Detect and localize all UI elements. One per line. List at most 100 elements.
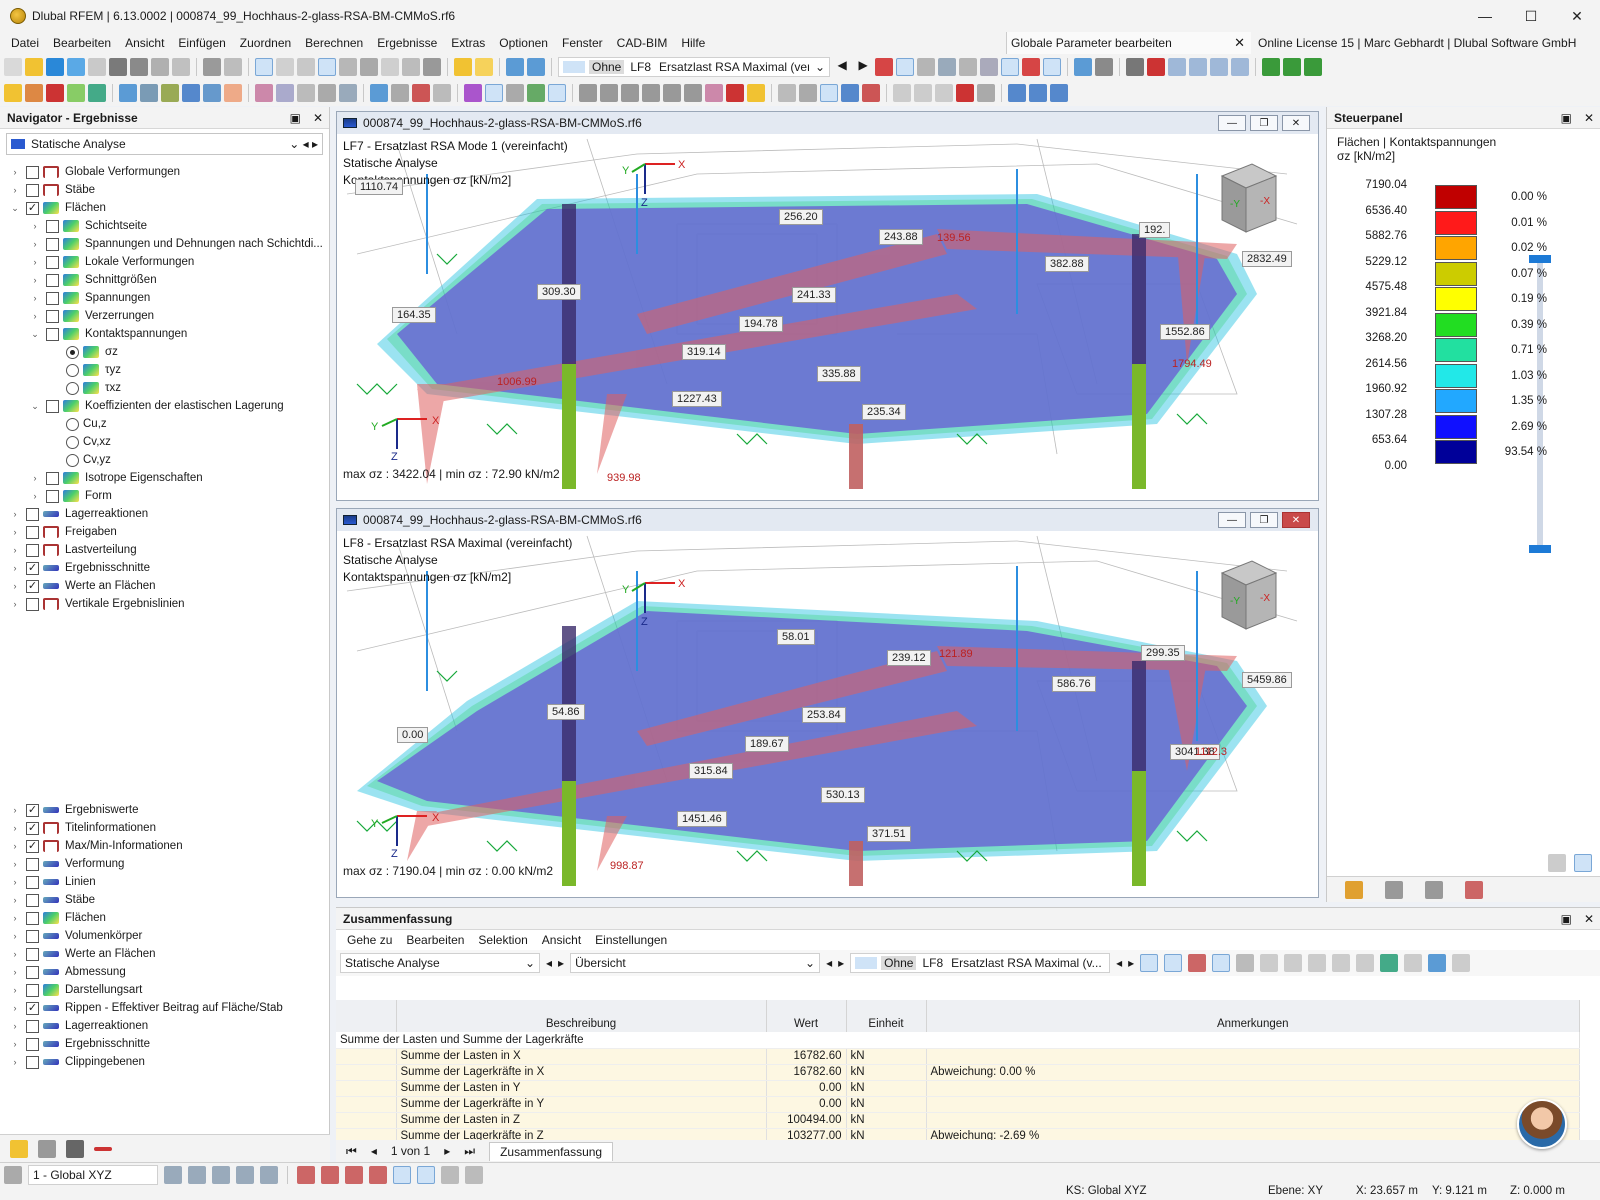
- chevron-right-icon[interactable]: ›: [10, 859, 20, 869]
- first-page-icon[interactable]: ⏮: [346, 1144, 357, 1159]
- support-icon[interactable]: [67, 84, 85, 102]
- last-page-icon[interactable]: ⏭: [464, 1144, 475, 1159]
- checkbox[interactable]: [26, 893, 39, 907]
- summary-menu-selection[interactable]: Selektion: [471, 933, 534, 947]
- select-icon[interactable]: [454, 58, 472, 76]
- table-row[interactable]: Summe der Lagerkräfte in Y 0.00 kN: [336, 1096, 1580, 1113]
- curve-icon[interactable]: [464, 84, 482, 102]
- checkbox[interactable]: [26, 821, 39, 835]
- guide-icon[interactable]: [339, 84, 357, 102]
- circle-icon[interactable]: [465, 1166, 483, 1184]
- next-icon[interactable]: ▸: [838, 956, 844, 970]
- tree-item[interactable]: › Rippen - Effektiver Beitrag auf Fläche/…: [0, 999, 330, 1017]
- legend-settings-icon[interactable]: [1548, 854, 1566, 872]
- color-scale-icon[interactable]: [1188, 954, 1207, 972]
- snap-point-icon[interactable]: [188, 1166, 206, 1184]
- minimize-button[interactable]: —: [1218, 512, 1246, 528]
- checkbox[interactable]: [46, 309, 59, 323]
- print-icon[interactable]: [130, 58, 148, 76]
- restore-button[interactable]: ❐: [1250, 512, 1278, 528]
- checkbox[interactable]: [46, 399, 59, 413]
- menu-cad-bim[interactable]: CAD-BIM: [610, 36, 675, 50]
- tree-item[interactable]: ⌄ Koeffizienten der elastischen Lagerung: [0, 397, 330, 415]
- side-view-icon[interactable]: [1231, 58, 1250, 76]
- close-icon[interactable]: ✕: [1584, 912, 1594, 926]
- chevron-right-icon[interactable]: ›: [30, 257, 40, 267]
- arc-tool-icon[interactable]: [321, 1166, 339, 1184]
- checkbox[interactable]: [26, 525, 39, 539]
- viewport-lf7[interactable]: 000874_99_Hochhaus-2-glass-RSA-BM-CMMoS.…: [336, 111, 1319, 501]
- tree-item[interactable]: › Verzerrungen: [0, 307, 330, 325]
- chevron-right-icon[interactable]: ›: [10, 931, 20, 941]
- checkbox[interactable]: [26, 597, 39, 611]
- checkbox[interactable]: [46, 219, 59, 233]
- menu-optionen[interactable]: Optionen: [492, 36, 555, 50]
- calculate-all-icon[interactable]: [527, 58, 545, 76]
- pin-icon[interactable]: ▣: [1561, 111, 1572, 125]
- dimension-tool-icon[interactable]: [255, 84, 273, 102]
- grid-lines-icon[interactable]: [1356, 954, 1375, 972]
- viewport-lf7-canvas[interactable]: X Z Y X Z Y LF7 - Ersatzlast RSA Mode 1 …: [337, 134, 1318, 489]
- viewport-lf8[interactable]: 000874_99_Hochhaus-2-glass-RSA-BM-CMMoS.…: [336, 508, 1319, 898]
- restore-button[interactable]: ❐: [1250, 115, 1278, 131]
- section-icon[interactable]: [1095, 58, 1114, 76]
- radio-button[interactable]: [66, 363, 79, 377]
- checkbox[interactable]: [26, 1019, 39, 1033]
- tables-icon[interactable]: [276, 58, 294, 76]
- summary-analysis-combo[interactable]: Statische Analyse ⌄: [340, 953, 540, 973]
- next-loadcase-icon[interactable]: ▶: [854, 58, 872, 76]
- square-icon[interactable]: [441, 1166, 459, 1184]
- chevron-right-icon[interactable]: ›: [30, 311, 40, 321]
- surface-icon[interactable]: [119, 84, 137, 102]
- filter-icon[interactable]: [370, 84, 388, 102]
- offset-icon[interactable]: [684, 84, 702, 102]
- tree-item[interactable]: › Ergebnisschnitte: [0, 1035, 330, 1053]
- tree-item[interactable]: › Ergebnisschnitte: [0, 559, 330, 577]
- xxx-values-icon[interactable]: [959, 58, 978, 76]
- hinge-icon[interactable]: [224, 84, 242, 102]
- tree-item[interactable]: › Freigaben: [0, 523, 330, 541]
- table-grid-icon[interactable]: [778, 84, 796, 102]
- snap-grid-icon[interactable]: [164, 1166, 182, 1184]
- top-view-icon[interactable]: [1210, 58, 1229, 76]
- chart-icon[interactable]: [1332, 954, 1351, 972]
- column-header-unit[interactable]: Einheit: [846, 1000, 927, 1032]
- link-icon[interactable]: [893, 84, 911, 102]
- checkbox[interactable]: [26, 183, 39, 197]
- column-header-description[interactable]: Beschreibung: [396, 1000, 767, 1032]
- checkbox[interactable]: [46, 489, 59, 503]
- display-tab-icon[interactable]: [38, 1139, 56, 1158]
- render-surface-icon[interactable]: [485, 84, 503, 102]
- view-cube[interactable]: -Y -X: [1216, 559, 1278, 631]
- camera-icon[interactable]: [977, 84, 995, 102]
- node-icon[interactable]: [4, 84, 22, 102]
- chevron-right-icon[interactable]: ›: [10, 823, 20, 833]
- checkbox[interactable]: [26, 165, 39, 179]
- grid-snap-active-icon[interactable]: [393, 1166, 411, 1184]
- menu-ansicht[interactable]: Ansicht: [118, 36, 171, 50]
- checkbox[interactable]: [26, 857, 39, 871]
- table-row[interactable]: Summe der Lasten in Z 100494.00 kN: [336, 1112, 1580, 1129]
- tree-item[interactable]: › Clippingebenen: [0, 1053, 330, 1071]
- dimension-icon[interactable]: [297, 58, 315, 76]
- tree-item[interactable]: › Titelinformationen: [0, 819, 330, 837]
- tree-icon[interactable]: [527, 84, 545, 102]
- tree-item[interactable]: › Form: [0, 487, 330, 505]
- chevron-right-icon[interactable]: ›: [30, 275, 40, 285]
- chevron-right-icon[interactable]: ›: [10, 185, 20, 195]
- clip-icon[interactable]: [862, 84, 880, 102]
- text-tool-icon[interactable]: [475, 58, 493, 76]
- highlight-icon[interactable]: [747, 84, 765, 102]
- layers-icon[interactable]: [381, 58, 399, 76]
- tab-zusammenfassung[interactable]: Zusammenfassung: [489, 1141, 614, 1161]
- radio-button[interactable]: [66, 453, 79, 467]
- settings-icon[interactable]: [1404, 954, 1423, 972]
- table-icon[interactable]: [1260, 954, 1279, 972]
- save-icon[interactable]: [109, 58, 127, 76]
- columns-icon[interactable]: [1284, 954, 1303, 972]
- column-header-value[interactable]: Wert: [766, 1000, 847, 1032]
- snap-ortho-icon[interactable]: [236, 1166, 254, 1184]
- summary-menu-view[interactable]: Ansicht: [535, 933, 588, 947]
- magnet-active-icon[interactable]: [417, 1166, 435, 1184]
- solid-icon[interactable]: [161, 84, 179, 102]
